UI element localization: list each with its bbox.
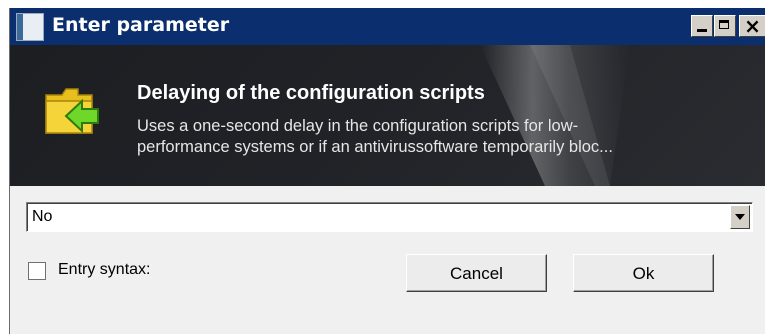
ok-button[interactable]: Ok	[573, 254, 714, 292]
header-banner: Delaying of the configuration scripts Us…	[10, 45, 765, 186]
dialog-window: Enter parameter × Delaying of the config…	[9, 8, 765, 334]
title-bar[interactable]: Enter parameter ×	[10, 8, 765, 45]
close-button[interactable]: ×	[739, 14, 765, 38]
app-icon	[16, 13, 44, 41]
parameter-value-select[interactable]: No	[26, 202, 753, 232]
parameter-description: Uses a one-second delay in the configura…	[137, 116, 747, 158]
selected-value: No	[32, 208, 53, 225]
window-title: Enter parameter	[52, 14, 230, 36]
minimize-button[interactable]	[691, 15, 713, 37]
close-icon: ×	[744, 14, 761, 38]
description-line-2: performance systems or if an antivirusso…	[137, 138, 613, 156]
parameter-title: Delaying of the configuration scripts	[137, 82, 485, 104]
cancel-button[interactable]: Cancel	[406, 254, 547, 292]
entry-syntax-label: Entry syntax:	[58, 261, 151, 278]
description-line-1: Uses a one-second delay in the configura…	[137, 117, 579, 135]
folder-arrow-icon	[45, 88, 99, 134]
dropdown-arrow-button[interactable]	[730, 205, 750, 229]
maximize-button[interactable]	[714, 15, 736, 37]
entry-syntax-checkbox[interactable]	[28, 262, 46, 280]
